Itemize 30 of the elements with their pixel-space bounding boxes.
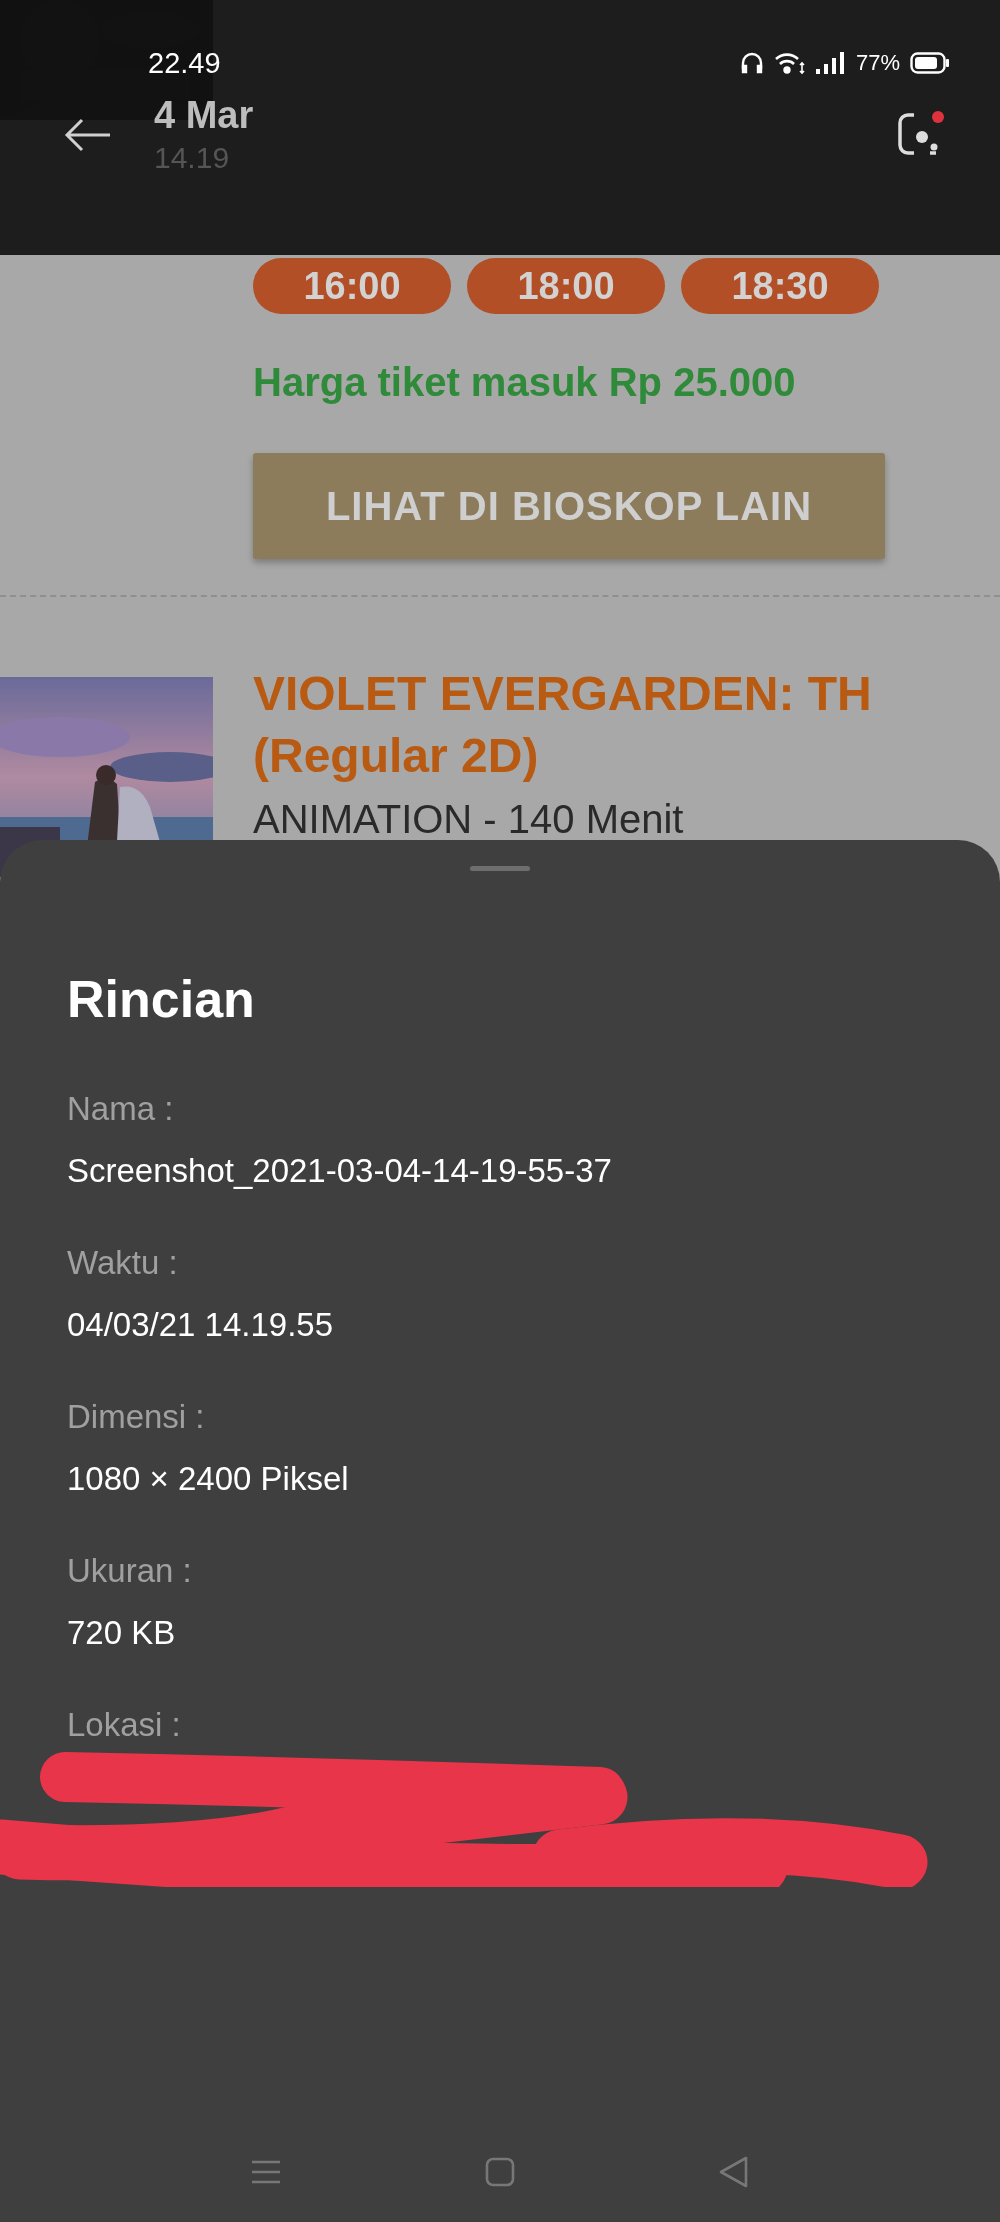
header-time: 14.19: [154, 140, 231, 176]
signal-icon: [815, 51, 846, 75]
showtime-chip[interactable]: 18:30: [681, 258, 879, 314]
square-icon: [483, 2155, 517, 2189]
home-button[interactable]: [483, 2155, 517, 2189]
header-date: 4 Mar: [154, 93, 254, 138]
field-label: Ukuran :: [67, 1551, 193, 1591]
field-label: Waktu :: [67, 1243, 179, 1283]
movie-title: VIOLET EVERGARDEN: TH: [253, 666, 872, 722]
showtime-chip[interactable]: 18:00: [467, 258, 665, 314]
wifi-icon: [773, 51, 806, 75]
sheet-title: Rincian: [67, 969, 256, 1029]
back-arrow-icon: [64, 118, 112, 152]
battery-icon: [910, 52, 950, 74]
field-value: 720 KB: [67, 1613, 177, 1653]
ticket-price: Harga tiket masuk Rp 25.000: [253, 360, 797, 405]
status-time: 22.49: [148, 46, 221, 80]
headphones-icon: [739, 51, 764, 75]
field-value: Screenshot_2021-03-04-14-19-55-37: [67, 1151, 613, 1191]
field-value: 04/03/21 14.19.55: [67, 1305, 335, 1345]
showtime-chip[interactable]: 16:00: [253, 258, 451, 314]
field-label: Dimensi :: [67, 1397, 206, 1437]
field-value: 1080 × 2400 Piksel: [67, 1459, 350, 1499]
movie-meta: ANIMATION - 140 Menit: [253, 796, 685, 843]
movie-format: (Regular 2D): [253, 728, 540, 784]
other-cinemas-button[interactable]: LIHAT DI BIOSKOP LAIN: [253, 453, 885, 559]
battery-percent: 77%: [855, 50, 900, 76]
drag-handle[interactable]: [470, 866, 530, 871]
field-label: Nama :: [67, 1089, 175, 1129]
field-label: Lokasi :: [67, 1705, 182, 1745]
